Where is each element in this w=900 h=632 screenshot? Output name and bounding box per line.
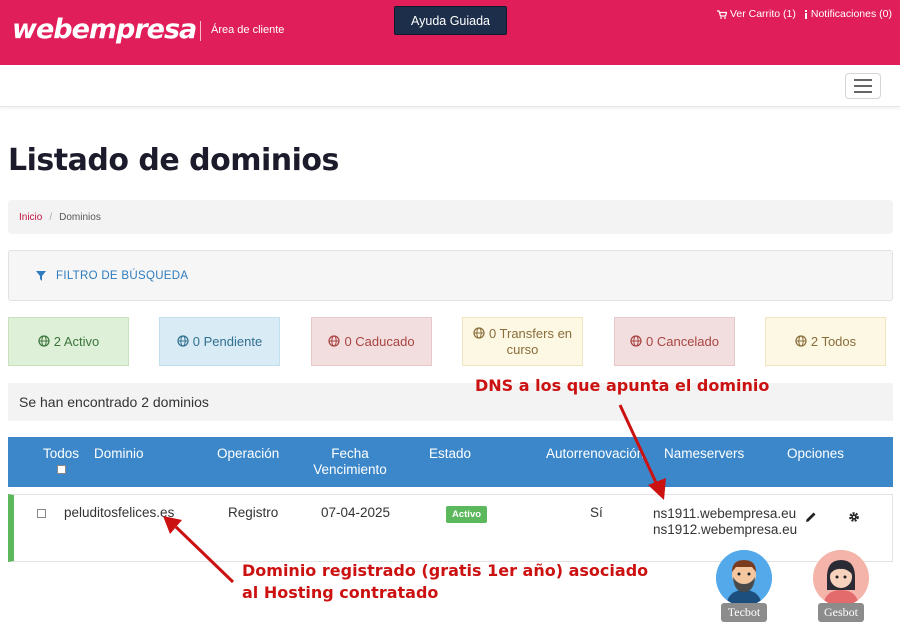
domain-autorenew: Sí <box>590 505 603 520</box>
area-cliente-label: Área de cliente <box>211 24 285 36</box>
column-opciones: Opciones <box>787 446 845 461</box>
annotation-domain: Dominio registrado (gratis 1er año) asoc… <box>242 560 648 604</box>
column-operacion[interactable]: Operación <box>217 446 279 462</box>
top-links: Ver Carrito (1) Notificaciones (0) <box>716 8 892 20</box>
logo-divider <box>200 21 201 41</box>
nameserver-1: ns1911.webempresa.eu <box>653 506 797 521</box>
table-header: Todos Dominio Operación Fecha Vencimient… <box>8 437 893 487</box>
status-filter-caducado[interactable]: 0 Caducado <box>311 317 432 366</box>
domain-operation: Registro <box>228 505 279 520</box>
page-title: Listado de dominios <box>8 143 339 178</box>
select-all-checkbox[interactable] <box>56 465 66 474</box>
top-header: webempresa Área de cliente Ayuda Guiada … <box>0 0 900 65</box>
search-filter-label: FILTRO DE BÚSQUEDA <box>56 269 189 282</box>
row-checkbox[interactable] <box>37 509 46 518</box>
status-filter-transfers[interactable]: 0 Transfers en curso <box>462 317 583 366</box>
cart-icon <box>716 9 727 19</box>
ayuda-guiada-button[interactable]: Ayuda Guiada <box>394 6 507 35</box>
info-icon <box>804 9 807 19</box>
globe-icon <box>630 334 642 347</box>
notifications-link-label: Notificaciones (0) <box>810 8 892 20</box>
status-activo-label: 2 Activo <box>53 333 100 349</box>
breadcrumb-home-link[interactable]: Inicio <box>19 212 42 223</box>
hamburger-line <box>854 91 872 93</box>
edit-icon[interactable] <box>805 511 817 526</box>
status-filter-pendiente[interactable]: 0 Pendiente <box>159 317 280 366</box>
breadcrumb-separator: / <box>49 211 53 223</box>
search-filter-toggle[interactable]: FILTRO DE BÚSQUEDA <box>8 250 893 301</box>
globe-icon <box>328 334 341 347</box>
domain-expiry-date: 07-04-2025 <box>321 505 391 520</box>
status-caducado-label: 0 Caducado <box>344 333 415 349</box>
tecbot-avatar[interactable] <box>716 550 772 606</box>
column-todos-label: Todos <box>42 446 80 461</box>
gesbot-label[interactable]: Gesbot <box>818 603 864 622</box>
gear-icon[interactable] <box>848 511 860 526</box>
status-filter-todos[interactable]: 2 Todos <box>765 317 886 366</box>
webempresa-logo[interactable]: webempresa <box>12 14 197 45</box>
cart-link-label: Ver Carrito (1) <box>729 8 796 20</box>
domain-nameservers: ns1911.webempresa.eu ns1912.webempresa.e… <box>653 506 797 538</box>
hamburger-line <box>854 85 872 87</box>
breadcrumb: Inicio / Dominios <box>8 200 893 234</box>
filter-icon <box>36 270 46 281</box>
notifications-link[interactable]: Notificaciones (0) <box>804 8 892 20</box>
breadcrumb-current: Dominios <box>59 211 101 223</box>
domain-name[interactable]: peluditosfelices.es <box>64 505 174 520</box>
navbar <box>0 65 900 107</box>
status-filter-cancelado[interactable]: 0 Cancelado <box>614 317 735 366</box>
column-dominio[interactable]: Dominio <box>94 446 144 462</box>
status-filter-activo[interactable]: 2 Activo <box>8 317 129 366</box>
gesbot-avatar[interactable] <box>813 550 869 606</box>
hamburger-line <box>854 79 872 81</box>
table-row[interactable]: peluditosfelices.es Registro 07-04-2025 … <box>8 494 893 562</box>
globe-icon <box>473 326 485 339</box>
annotation-dns: DNS a los que apunta el dominio <box>475 376 770 395</box>
globe-icon <box>795 334 807 347</box>
column-estado[interactable]: Estado <box>429 446 471 462</box>
annotation-domain-line2: al Hosting contratado <box>242 583 439 602</box>
menu-toggle-button[interactable] <box>845 73 881 99</box>
column-nameservers: Nameservers <box>664 446 745 461</box>
status-pendiente-label: 0 Pendiente <box>192 333 263 349</box>
status-todos-label: 2 Todos <box>810 333 857 349</box>
globe-icon <box>38 334 50 347</box>
nameserver-2: ns1912.webempresa.eu <box>653 522 798 537</box>
column-autorrenovacion[interactable]: Autorrenovación <box>546 446 644 462</box>
globe-icon <box>177 334 189 347</box>
cart-link[interactable]: Ver Carrito (1) <box>716 8 796 20</box>
annotation-domain-line1: Dominio registrado (gratis 1er año) asoc… <box>242 561 649 580</box>
column-fecha-vencimiento[interactable]: Fecha Vencimiento <box>308 446 392 478</box>
status-badge: Activo <box>446 506 488 523</box>
status-cancelado-label: 0 Cancelado <box>646 333 719 349</box>
column-todos: Todos <box>42 446 80 474</box>
tecbot-label[interactable]: Tecbot <box>721 603 767 622</box>
status-transfers-label: 0 Transfers en curso <box>488 325 573 357</box>
